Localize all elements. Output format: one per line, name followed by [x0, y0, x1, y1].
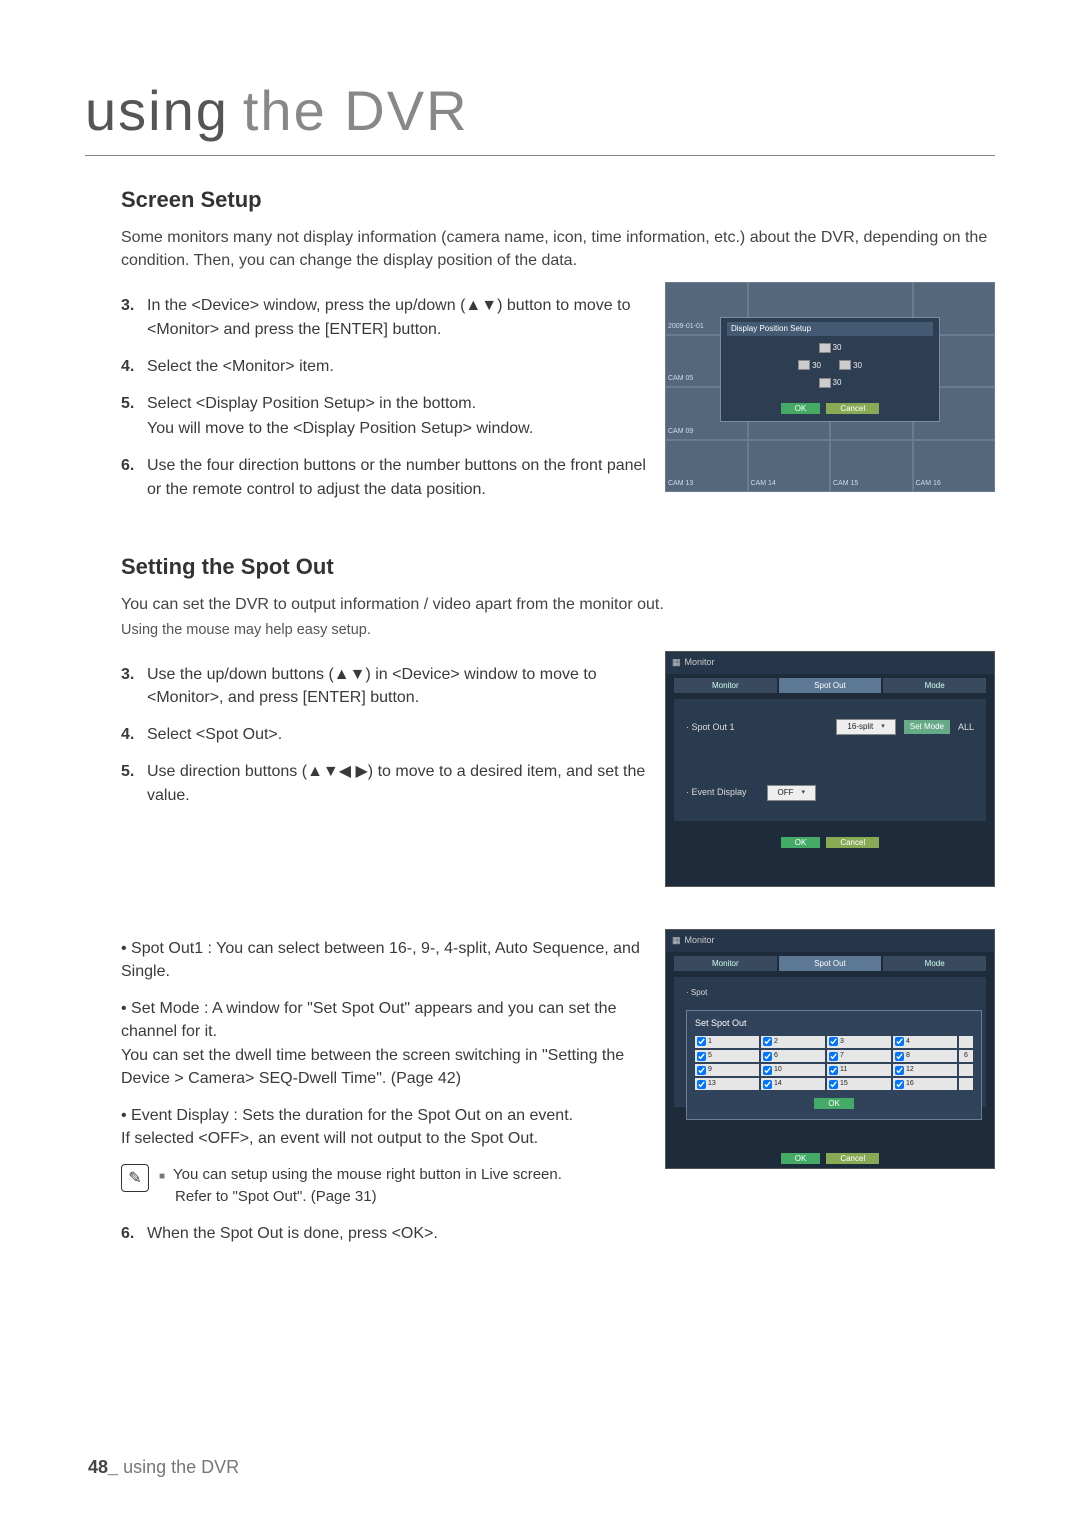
side-cell — [959, 1078, 973, 1090]
checkbox-icon[interactable] — [697, 1080, 706, 1089]
dps-ok-button[interactable]: OK — [781, 403, 821, 414]
step: 5.Use direction buttons (▲▼◀ ▶) to move … — [121, 760, 647, 806]
tab-mode-2[interactable]: Mode — [883, 956, 986, 972]
bullet: Spot Out1 : You can select between 16-, … — [121, 937, 647, 983]
screen-setup-intro: Some monitors many not display informati… — [121, 226, 995, 272]
bullet-square-icon: ■ — [159, 1171, 165, 1182]
monitor-tabs: Monitor Spot Out Mode — [674, 678, 986, 694]
checkbox-icon[interactable] — [829, 1066, 838, 1075]
note-icon: ✎ — [121, 1164, 149, 1192]
checkbox-icon[interactable] — [697, 1052, 706, 1061]
tab-monitor[interactable]: Monitor — [674, 678, 777, 694]
step: 4.Select the <Monitor> item. — [121, 355, 647, 378]
page-title: using the DVR — [85, 70, 995, 151]
channel-checkbox[interactable]: 2 — [761, 1036, 825, 1048]
step: 5.Select <Display Position Setup> in the… — [121, 392, 647, 440]
channel-checkbox[interactable]: 14 — [761, 1078, 825, 1090]
side-cell — [959, 1036, 973, 1048]
display-position-setup-mock: 2009-01-01 2009-01-01 00:00:25 CAM 05 CA… — [665, 282, 995, 492]
spot-out-cancel-button[interactable]: Cancel — [826, 837, 879, 848]
dps-cancel-button[interactable]: Cancel — [826, 403, 879, 414]
checkbox-icon[interactable] — [763, 1037, 772, 1046]
monitor-window-title-2: ▦ Monitor — [666, 930, 994, 952]
channel-checkbox[interactable]: 5 — [695, 1050, 759, 1062]
set-spot-out-dialog[interactable]: Set Spot Out 123456786910111213141516 OK — [686, 1010, 982, 1121]
arrow-right-icon[interactable] — [839, 360, 851, 370]
checkbox-icon[interactable] — [895, 1052, 904, 1061]
spot-out-1-dropdown[interactable]: 16-split — [836, 719, 895, 735]
channel-checkbox[interactable]: 7 — [827, 1050, 891, 1062]
side-cell: 6 — [959, 1050, 973, 1062]
tab-spot-out[interactable]: Spot Out — [779, 678, 882, 694]
channel-checkbox[interactable]: 11 — [827, 1064, 891, 1076]
checkbox-icon[interactable] — [763, 1066, 772, 1075]
channel-checkbox[interactable]: 13 — [695, 1078, 759, 1090]
channel-checkbox[interactable]: 12 — [893, 1064, 957, 1076]
event-display-dropdown[interactable]: OFF — [767, 785, 817, 801]
set-mode-button[interactable]: Set Mode — [904, 720, 950, 734]
spot-out2-cancel-button[interactable]: Cancel — [826, 1153, 879, 1164]
step: 6.Use the four direction buttons or the … — [121, 454, 647, 500]
checkbox-icon[interactable] — [829, 1037, 838, 1046]
spot-out-bullets: Spot Out1 : You can select between 16-, … — [121, 937, 647, 1151]
page-number: 48_ — [88, 1457, 118, 1477]
bullet: Set Mode : A window for "Set Spot Out" a… — [121, 997, 647, 1090]
footer-label: using the DVR — [123, 1457, 239, 1477]
title-prefix: using — [85, 70, 229, 151]
checkbox-icon[interactable] — [829, 1080, 838, 1089]
spot-out-step6: 6.When the Spot Out is done, press <OK>. — [121, 1222, 647, 1245]
tab-monitor-2[interactable]: Monitor — [674, 956, 777, 972]
channel-checkbox[interactable]: 6 — [761, 1050, 825, 1062]
spot-out2-ok-button[interactable]: OK — [781, 1153, 821, 1164]
monitor-window-title: ▦ Monitor — [666, 652, 994, 674]
spot-out-panel-body: · Spot Out 1 16-split Set Mode ALL · Eve… — [674, 699, 986, 820]
dps-dialog[interactable]: Display Position Setup 30 30 30 30 OK Ca… — [720, 317, 940, 422]
checkbox-icon[interactable] — [895, 1066, 904, 1075]
tab-mode[interactable]: Mode — [883, 678, 986, 694]
title-rest: the DVR — [243, 70, 469, 151]
checkbox-icon[interactable] — [895, 1080, 904, 1089]
checkbox-icon[interactable] — [763, 1080, 772, 1089]
step: 3.In the <Device> window, press the up/d… — [121, 294, 647, 340]
channel-grid: 123456786910111213141516 — [695, 1036, 973, 1091]
side-cell — [959, 1064, 973, 1076]
mouse-note: Using the mouse may help easy setup. — [121, 620, 995, 641]
arrow-down-icon[interactable] — [819, 378, 831, 388]
checkbox-icon[interactable] — [697, 1066, 706, 1075]
step: 3.Use the up/down buttons (▲▼) in <Devic… — [121, 663, 647, 709]
tip-row: ✎ ■You can setup using the mouse right b… — [121, 1164, 647, 1208]
spot-out-heading: Setting the Spot Out — [121, 551, 995, 583]
screen-setup-steps: 3.In the <Device> window, press the up/d… — [121, 294, 647, 500]
checkbox-icon[interactable] — [697, 1037, 706, 1046]
dps-dialog-title: Display Position Setup — [727, 322, 933, 336]
checkbox-icon[interactable] — [895, 1037, 904, 1046]
spot-out-ok-button[interactable]: OK — [781, 837, 821, 848]
channel-checkbox[interactable]: 1 — [695, 1036, 759, 1048]
sso-ok-button[interactable]: OK — [814, 1098, 854, 1109]
channel-checkbox[interactable]: 16 — [893, 1078, 957, 1090]
arrow-up-icon[interactable] — [819, 343, 831, 353]
arrow-left-icon[interactable] — [798, 360, 810, 370]
tab-spot-out-2[interactable]: Spot Out — [779, 956, 882, 972]
channel-checkbox[interactable]: 3 — [827, 1036, 891, 1048]
page-title-rule: using the DVR — [85, 70, 995, 156]
channel-checkbox[interactable]: 8 — [893, 1050, 957, 1062]
channel-checkbox[interactable]: 10 — [761, 1064, 825, 1076]
checkbox-icon[interactable] — [763, 1052, 772, 1061]
bullet: Event Display : Sets the duration for th… — [121, 1104, 647, 1150]
channel-checkbox[interactable]: 9 — [695, 1064, 759, 1076]
monitor-icon: ▦ — [672, 656, 681, 669]
set-spot-out-mock: ▦ Monitor Monitor Spot Out Mode · Spot ·… — [665, 929, 995, 1169]
spot-out-panel-mock: ▦ Monitor Monitor Spot Out Mode · Spot O… — [665, 651, 995, 887]
step: 4.Select <Spot Out>. — [121, 723, 647, 746]
monitor-icon: ▦ — [672, 934, 681, 947]
step: 6.When the Spot Out is done, press <OK>. — [121, 1222, 647, 1245]
spot-out-intro: You can set the DVR to output informatio… — [121, 593, 995, 616]
page-footer: 48_ using the DVR — [88, 1454, 239, 1480]
channel-checkbox[interactable]: 15 — [827, 1078, 891, 1090]
screen-setup-heading: Screen Setup — [121, 184, 995, 216]
channel-checkbox[interactable]: 4 — [893, 1036, 957, 1048]
spot-out-steps: 3.Use the up/down buttons (▲▼) in <Devic… — [121, 663, 647, 807]
checkbox-icon[interactable] — [829, 1052, 838, 1061]
